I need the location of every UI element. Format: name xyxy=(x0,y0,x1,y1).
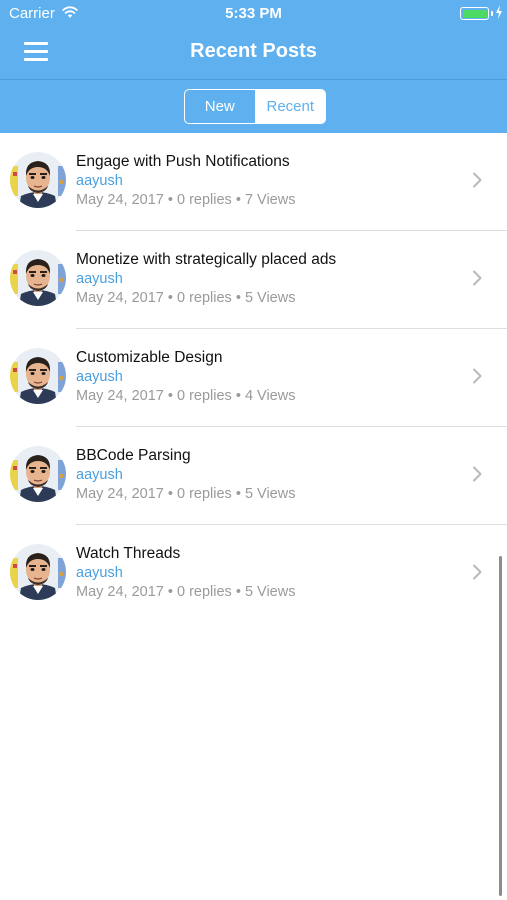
post-meta: May 24, 2017 • 0 replies • 5 Views xyxy=(76,486,296,502)
chevron-right-icon xyxy=(473,172,482,188)
post-title: Monetize with strategically placed ads xyxy=(76,251,337,268)
post-meta: May 24, 2017 • 0 replies • 5 Views xyxy=(76,584,296,600)
post-author[interactable]: aayush xyxy=(76,369,123,385)
navigation-bar: Recent Posts xyxy=(0,28,507,78)
chevron-right-icon xyxy=(473,368,482,384)
charging-bolt-icon xyxy=(496,5,502,19)
avatar xyxy=(10,152,66,208)
battery-icon xyxy=(460,7,489,20)
post-author[interactable]: aayush xyxy=(76,565,123,581)
status-bar: Carrier 5:33 PM xyxy=(0,0,507,28)
post-row[interactable]: BBCode Parsing aayush May 24, 2017 • 0 r… xyxy=(0,427,507,525)
post-meta: May 24, 2017 • 0 replies • 5 Views xyxy=(76,290,296,306)
post-row[interactable]: Monetize with strategically placed ads a… xyxy=(0,231,507,329)
header: Carrier 5:33 PM Recent Posts New Recent xyxy=(0,0,507,133)
avatar xyxy=(10,250,66,306)
chevron-right-icon xyxy=(473,270,482,286)
post-author[interactable]: aayush xyxy=(76,173,123,189)
avatar xyxy=(10,446,66,502)
post-row[interactable]: Watch Threads aayush May 24, 2017 • 0 re… xyxy=(0,525,507,623)
page-title: Recent Posts xyxy=(190,40,317,62)
post-meta: May 24, 2017 • 0 replies • 7 Views xyxy=(76,192,296,208)
post-title: Watch Threads xyxy=(76,545,181,562)
nav-divider xyxy=(0,79,507,80)
segmented-control: New Recent xyxy=(184,89,326,124)
avatar xyxy=(10,348,66,404)
segment-recent[interactable]: Recent xyxy=(255,90,325,123)
post-title: Engage with Push Notifications xyxy=(76,153,290,170)
chevron-right-icon xyxy=(473,564,482,580)
post-row[interactable]: Engage with Push Notifications aayush Ma… xyxy=(0,133,507,231)
post-title: Customizable Design xyxy=(76,349,223,366)
chevron-right-icon xyxy=(473,466,482,482)
post-list: Engage with Push Notifications aayush Ma… xyxy=(0,133,507,623)
post-author[interactable]: aayush xyxy=(76,467,123,483)
post-author[interactable]: aayush xyxy=(76,271,123,287)
battery-tip xyxy=(490,11,493,16)
post-row[interactable]: Customizable Design aayush May 24, 2017 … xyxy=(0,329,507,427)
scrollbar[interactable] xyxy=(499,556,502,896)
avatar xyxy=(10,544,66,600)
post-title: BBCode Parsing xyxy=(76,447,191,464)
segment-new[interactable]: New xyxy=(185,90,256,123)
post-meta: May 24, 2017 • 0 replies • 4 Views xyxy=(76,388,296,404)
status-time: 5:33 PM xyxy=(225,5,282,22)
